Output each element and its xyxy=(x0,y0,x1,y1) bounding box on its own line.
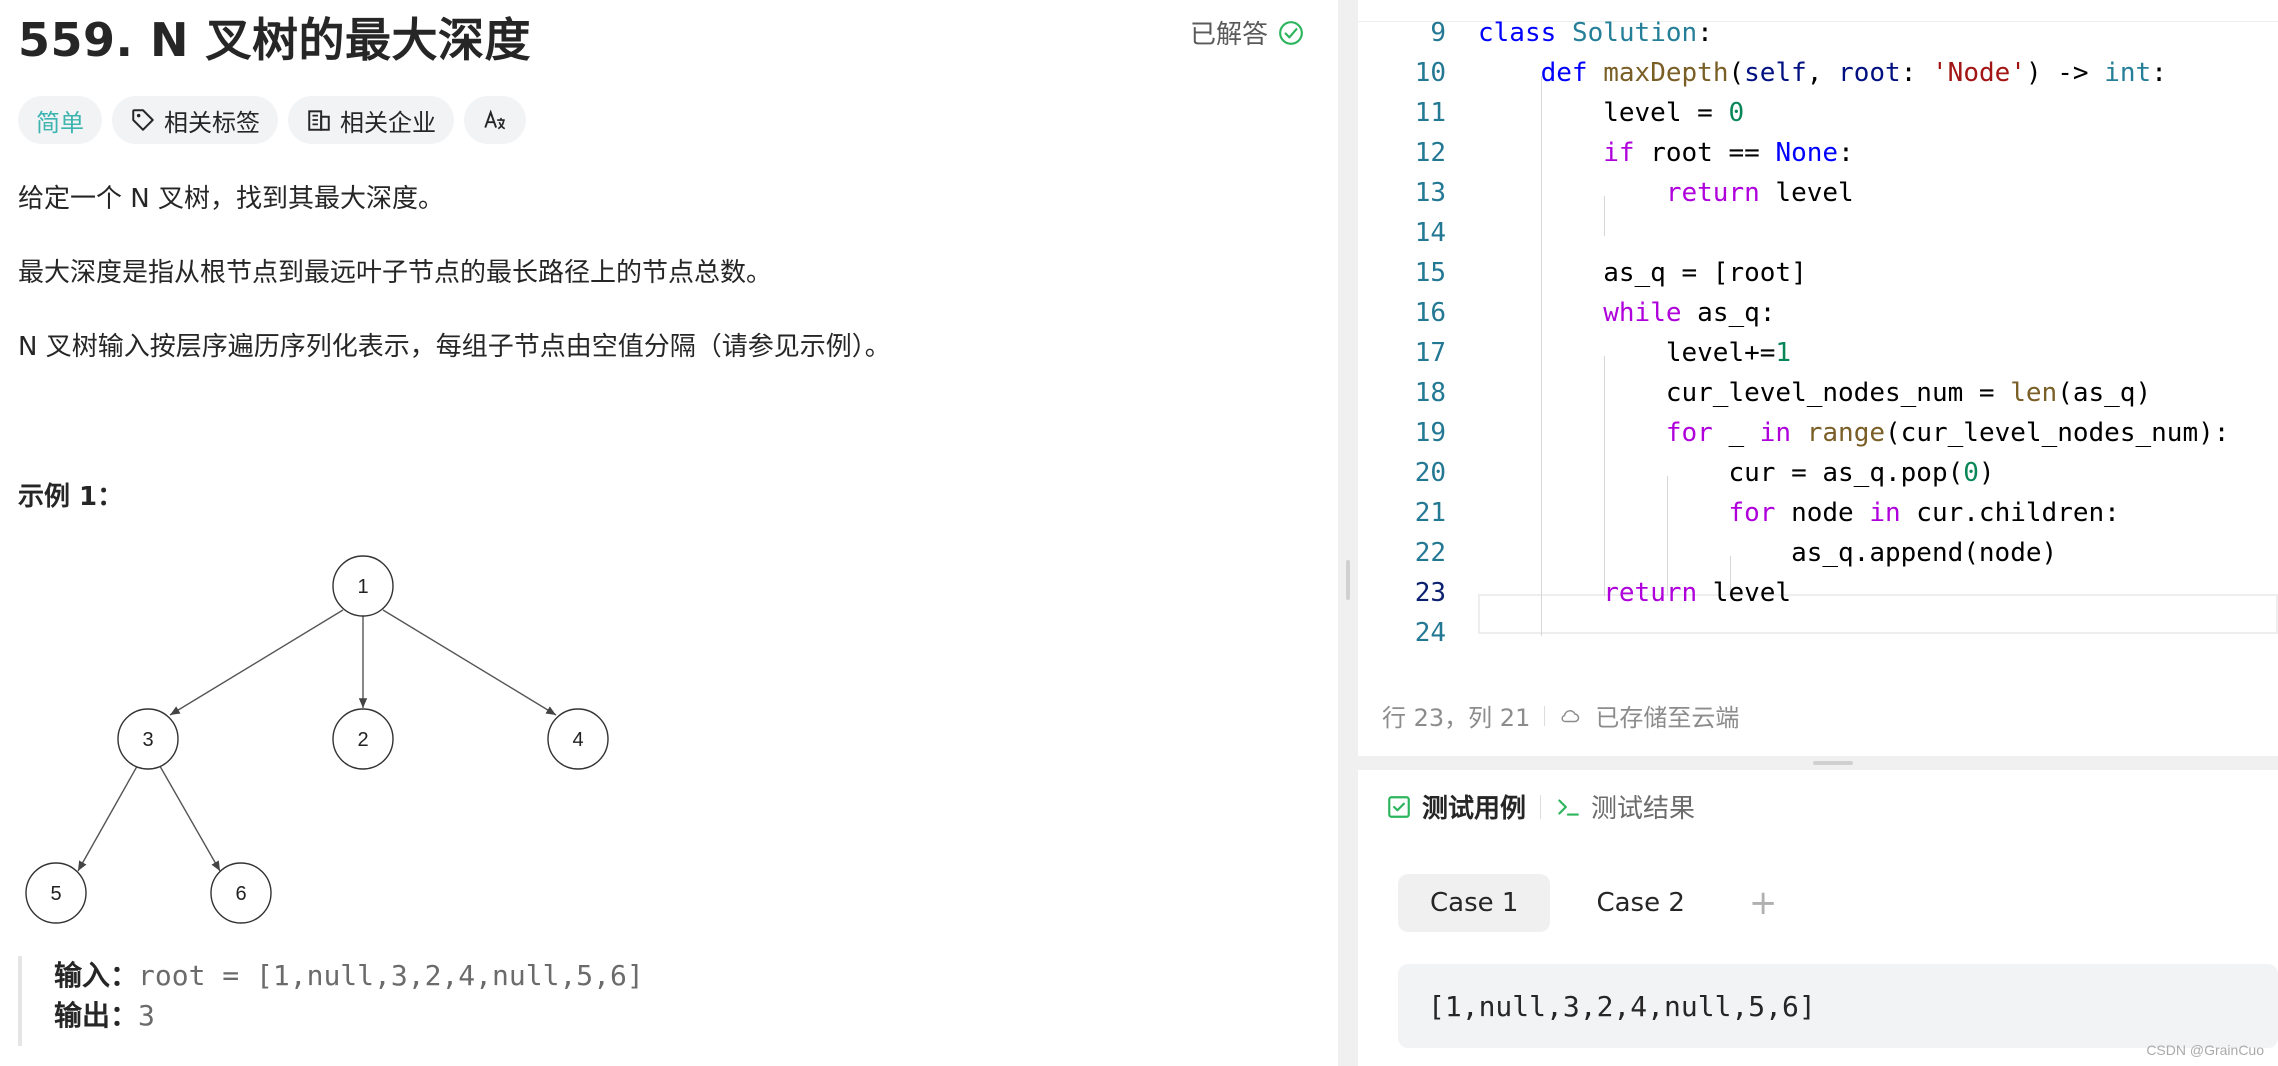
edge-3-6 xyxy=(156,760,221,872)
code-line: for _ in range(cur_level_nodes_num): xyxy=(1665,418,2230,448)
tag-icon xyxy=(132,109,154,131)
code-line: level = 0 xyxy=(1478,98,1745,128)
tree-node-label: 4 xyxy=(572,729,583,751)
terminal-icon xyxy=(1558,798,1579,816)
code-line: if root == None: xyxy=(1603,138,1854,168)
translate-button[interactable] xyxy=(464,96,526,144)
tree-node-label: 6 xyxy=(235,883,246,905)
difficulty-badge[interactable]: 简单 xyxy=(18,96,102,144)
edge-3-5 xyxy=(77,760,141,872)
description-paragraph-1: 给定一个 N 叉树，找到其最大深度。 xyxy=(18,184,444,214)
code-line: while as_q: xyxy=(1603,298,1776,328)
line-number: 18 xyxy=(1414,378,1446,408)
line-number: 14 xyxy=(1414,218,1446,248)
tree-node-label: 5 xyxy=(50,883,61,905)
example-title: 示例 1： xyxy=(18,482,124,512)
code-line: class Solution: xyxy=(1478,18,1713,48)
watermark: CSDN @GrainCuo xyxy=(2146,1042,2264,1058)
tab-test-results-label: 测试结果 xyxy=(1591,794,1696,824)
problem-title: 559. N 叉树的最大深度 xyxy=(18,13,532,67)
solved-label: 已解答 xyxy=(1190,20,1269,50)
line-number: 20 xyxy=(1414,458,1446,488)
related-companies-label: 相关企业 xyxy=(340,108,436,137)
line-number: 19 xyxy=(1414,418,1446,448)
editor-status-bar: 行 23，列 21 已存储至云端 xyxy=(1382,698,1739,733)
building-icon xyxy=(308,110,330,131)
check-circle-icon xyxy=(1279,20,1303,45)
add-case-button[interactable]: + xyxy=(1731,874,1796,932)
related-companies-button[interactable]: 相关企业 xyxy=(288,96,454,144)
input-label: 输入： xyxy=(54,959,139,992)
line-number: 22 xyxy=(1414,538,1446,568)
case-tabs: Case 1 Case 2 + xyxy=(1398,874,1795,932)
line-number: 11 xyxy=(1414,98,1446,128)
status-divider xyxy=(1544,705,1546,726)
edge-1-3 xyxy=(169,609,344,716)
example-io: 输入： root = [1,null,3,2,4,null,5,6] 输出： 3 xyxy=(18,956,644,1046)
related-tags-button[interactable]: 相关标签 xyxy=(112,96,278,144)
splitter-handle[interactable] xyxy=(1813,761,1853,765)
output-value: 3 xyxy=(138,999,155,1032)
save-status: 已存储至云端 xyxy=(1595,704,1740,732)
line-number: 13 xyxy=(1414,178,1446,208)
code-line: level+=1 xyxy=(1478,338,1792,368)
code-line: as_q.append(node) xyxy=(1478,538,2058,568)
code-line: def maxDepth(self, root: 'Node') -> int: xyxy=(1540,58,2167,88)
case-tab-2[interactable]: Case 2 xyxy=(1564,874,1716,932)
related-tags-label: 相关标签 xyxy=(164,108,260,137)
cursor-position: 行 23，列 21 xyxy=(1382,704,1531,732)
tree-node-label: 3 xyxy=(142,729,153,751)
tree-diagram: 1 3 2 4 5 6 xyxy=(25,555,609,924)
example-input: 输入： root = [1,null,3,2,4,null,5,6] xyxy=(54,956,644,996)
code-line: return level xyxy=(1665,178,1854,208)
translate-icon xyxy=(484,109,506,130)
code-line: for node in cur.children: xyxy=(1728,498,2120,528)
line-number: 23 xyxy=(1414,578,1446,608)
solved-status: 已解答 xyxy=(1190,14,1304,51)
checkbox-icon xyxy=(1388,795,1410,818)
horizontal-splitter[interactable] xyxy=(1358,756,2278,770)
line-number: 10 xyxy=(1414,58,1446,88)
code-line: cur_level_nodes_num = len(as_q) xyxy=(1478,378,2152,408)
line-number: 12 xyxy=(1414,138,1446,168)
test-case-input[interactable]: [1,null,3,2,4,null,5,6] xyxy=(1398,964,2278,1048)
splitter-handle[interactable] xyxy=(1346,560,1350,600)
problem-tags: 简单 相关标签 相关企业 xyxy=(18,96,526,144)
test-panel-tabs: 测试用例 测试结果 xyxy=(1386,788,1695,825)
case-tab-1[interactable]: Case 1 xyxy=(1398,874,1551,932)
code-editor[interactable]: 9 class Solution: 10 def maxDepth(self, r… xyxy=(1358,0,2278,756)
tab-test-cases[interactable]: 测试用例 xyxy=(1386,788,1526,825)
line-number: 9 xyxy=(1430,18,1446,48)
difficulty-label: 简单 xyxy=(36,108,84,137)
code-line: cur = as_q.pop(0) xyxy=(1478,458,1995,488)
line-number: 15 xyxy=(1414,258,1446,288)
description-paragraph-3: N 叉树输入按层序遍历序列化表示，每组子节点由空值分隔（请参见示例）。 xyxy=(18,332,891,362)
tab-test-cases-label: 测试用例 xyxy=(1422,794,1527,824)
description-paragraph-2: 最大深度是指从根节点到最远叶子节点的最长路径上的节点总数。 xyxy=(18,258,773,288)
edge-1-4 xyxy=(382,609,557,716)
code-line: as_q = [root] xyxy=(1478,258,1807,288)
tree-node-label: 1 xyxy=(357,576,368,598)
line-number: 21 xyxy=(1414,498,1446,528)
output-label: 输出： xyxy=(54,999,139,1032)
tree-node-label: 2 xyxy=(357,729,368,751)
input-value: root = [1,null,3,2,4,null,5,6] xyxy=(138,959,644,992)
example-output: 输出： 3 xyxy=(54,996,644,1036)
line-number: 17 xyxy=(1414,338,1446,368)
line-number: 24 xyxy=(1414,618,1446,648)
tab-divider xyxy=(1540,794,1542,819)
cloud-icon xyxy=(1561,709,1580,722)
line-number: 16 xyxy=(1414,298,1446,328)
tab-test-results[interactable]: 测试结果 xyxy=(1555,788,1695,825)
test-panel: 测试用例 测试结果 Case 1 Case 2 + [1,null,3,2,4,… xyxy=(1358,770,2278,1066)
code-line: return level xyxy=(1603,578,1792,608)
vertical-splitter[interactable] xyxy=(1338,0,1358,1066)
problem-panel: 559. N 叉树的最大深度 已解答 简单 相关标签 相关企业 给定一个 N 叉… xyxy=(0,0,1338,1066)
